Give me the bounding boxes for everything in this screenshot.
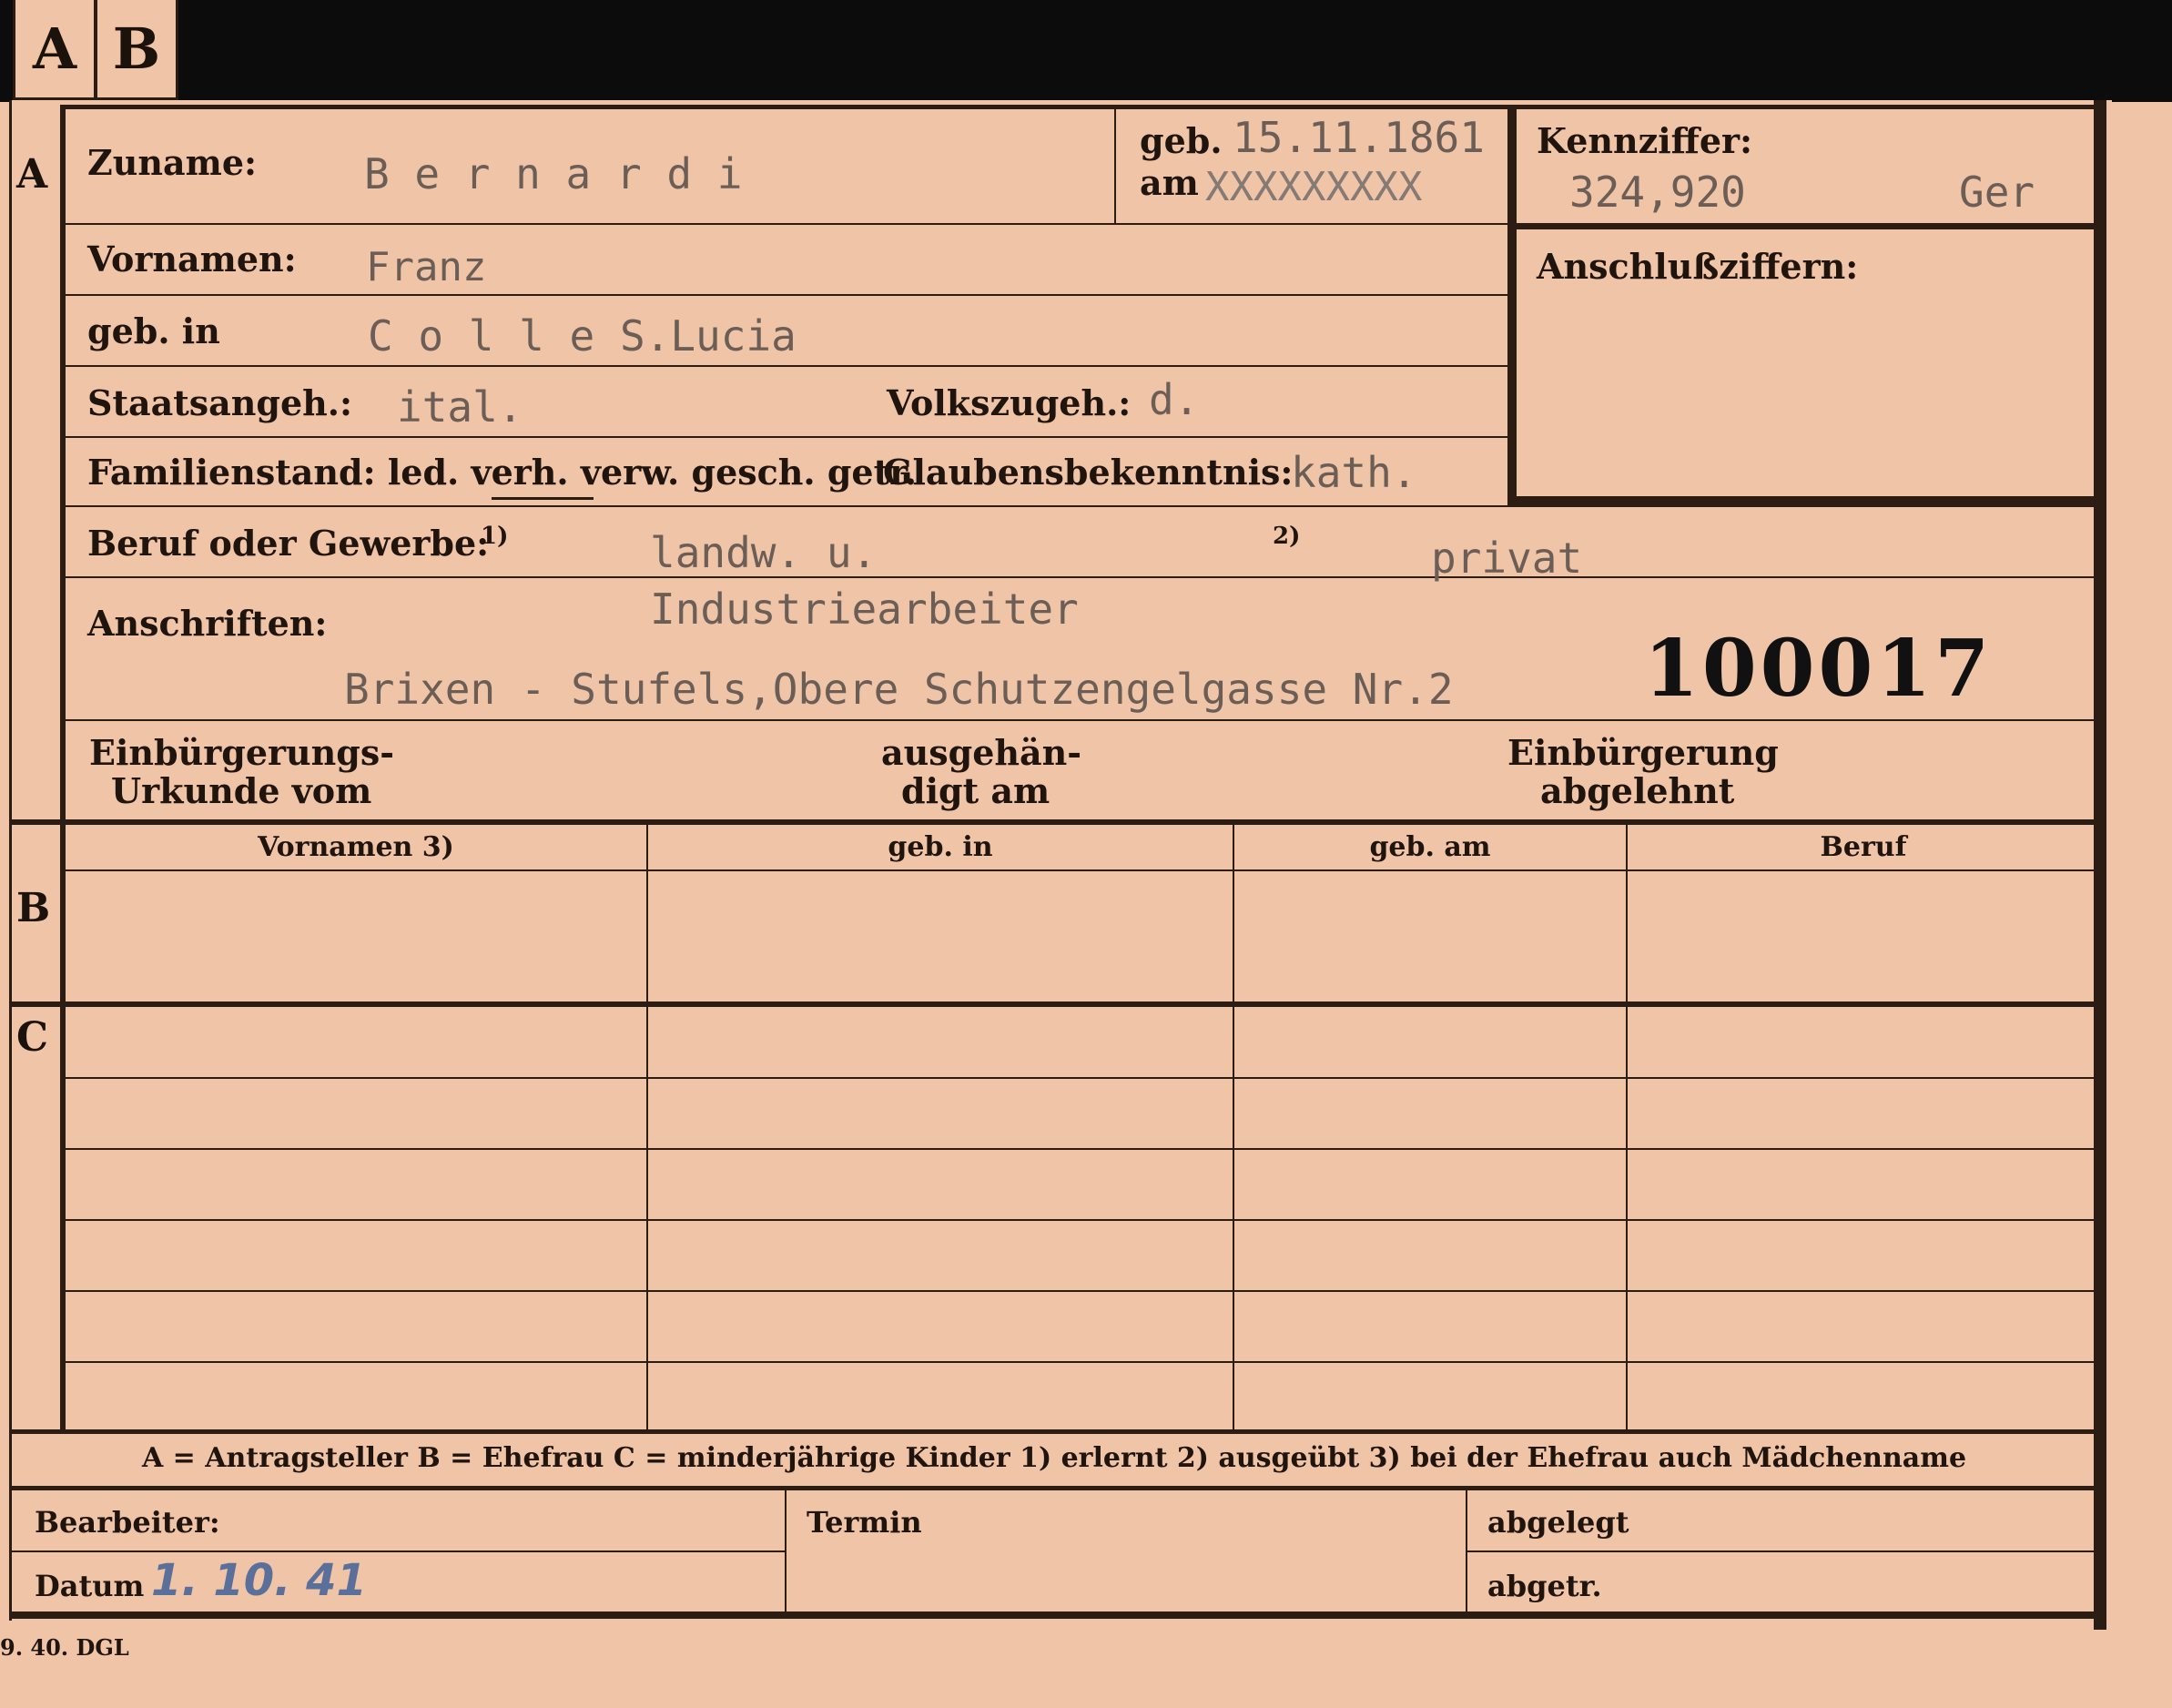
section-c-label: C — [16, 1014, 49, 1061]
address-value: Brixen - Stufels,Obere Schutzengelgasse … — [344, 665, 1454, 714]
religion-value: kath. — [1291, 448, 1417, 497]
card-body — [9, 100, 2112, 1630]
row-line-7 — [66, 719, 2099, 721]
footer-left-row-line — [9, 1550, 785, 1552]
marital-status-label: Familienstand: led. verh. verw. gesch. g… — [87, 452, 917, 493]
surname-value: B e r n a r d i — [364, 149, 743, 198]
col-line-1 — [646, 825, 648, 1429]
section-b-bottom — [9, 1001, 2099, 1007]
row-line-5 — [66, 505, 2099, 507]
col-line-3 — [1626, 825, 1628, 1429]
citizenship-value: ital. — [397, 382, 523, 432]
registration-card: { "tabs": ["A", "B"], "sections": {"a": … — [0, 0, 2172, 1708]
section-a-bottom — [9, 819, 2099, 825]
tab-a[interactable]: A — [13, 0, 96, 100]
ethnicity-value: d. — [1149, 375, 1200, 424]
table-left-border — [60, 825, 66, 1429]
table-header-line — [66, 869, 2099, 871]
first-names-value: Franz — [366, 244, 487, 290]
address-label: Anschriften: — [87, 603, 328, 644]
naturalization-doc-label-2: Urkunde vom — [111, 770, 372, 811]
tab-a-label: A — [32, 15, 77, 82]
clerk-label: Bearbeiter: — [35, 1505, 220, 1540]
ethnicity-label: Volkszugeh.: — [887, 382, 1132, 423]
id-box-left — [1507, 105, 1517, 505]
table-header-birthdate: geb. am — [1369, 831, 1491, 863]
code-suffix: Ger — [1959, 168, 2035, 217]
code-value: 324,920 — [1569, 168, 1746, 217]
citizenship-label: Staatsangeh.: — [87, 382, 353, 423]
naturalization-doc-label-1: Einbürgerungs- — [89, 732, 395, 773]
c-row-line-2 — [66, 1148, 2099, 1150]
table-header-birthplace: geb. in — [888, 831, 993, 863]
legend-text: A = Antragsteller B = Ehefrau C = minder… — [141, 1442, 1967, 1474]
scan-background-top — [0, 0, 2172, 102]
birthdate-value: 15.11.1861 — [1233, 117, 1485, 158]
id-box-divider — [1517, 223, 2099, 229]
handed-label-1: ausgehän- — [881, 732, 1082, 773]
c-row-line-1 — [66, 1077, 2099, 1079]
handed-label-2: digt am — [901, 770, 1050, 811]
birthdate-struck-value: XXXXXXXXX — [1205, 164, 1423, 210]
frame-right — [2094, 100, 2106, 1630]
c-row-line-3 — [66, 1219, 2099, 1221]
frame-bottom — [9, 1611, 2106, 1619]
refused-label-1: Einbürgerung — [1507, 732, 1779, 773]
occupation-label: Beruf oder Gewerbe: — [87, 523, 490, 564]
birthdate-label-bottom: am — [1140, 162, 1199, 203]
row-line-4 — [66, 436, 1507, 438]
birthdate-label-top: geb. — [1140, 120, 1223, 161]
scan-background-corner — [2121, 0, 2172, 102]
section-b-label: B — [16, 885, 51, 931]
frame-left — [9, 100, 12, 1621]
table-header-occupation: Beruf — [1820, 831, 1907, 863]
marital-underline — [492, 497, 594, 500]
occupation-note-1: 1) — [481, 523, 509, 550]
tab-b-label: B — [112, 15, 161, 82]
legend-bottom — [9, 1486, 2099, 1490]
row-line-3 — [66, 365, 1507, 367]
row-line-6 — [66, 576, 2099, 578]
c-row-line-5 — [66, 1361, 2099, 1363]
frame-top — [60, 105, 2099, 109]
row-line-2 — [66, 294, 1507, 296]
footer-divider-1 — [785, 1490, 787, 1613]
occupation-note-2: 2) — [1273, 523, 1301, 550]
id-box-bottom — [1517, 496, 2099, 505]
refused-label-2: abgelehnt — [1540, 770, 1735, 811]
footer-right-row-line — [1467, 1550, 2099, 1552]
tab-b[interactable]: B — [95, 0, 178, 100]
occupation-learned: landw. u. — [650, 528, 878, 577]
surname-label: Zuname: — [87, 142, 258, 183]
occupation-learned-line2: Industriearbeiter — [650, 585, 1079, 634]
code-label: Kennziffer: — [1537, 120, 1753, 161]
col-line-2 — [1233, 825, 1234, 1429]
registration-number-stamp: 100017 — [1644, 623, 1994, 715]
birthdate-divider — [1114, 109, 1116, 223]
deadline-label: Termin — [807, 1505, 922, 1540]
date-value: 1. 10. 41 — [151, 1555, 367, 1606]
first-names-label: Vornamen: — [87, 239, 297, 280]
table-header-first-names: Vornamen 3) — [258, 831, 454, 863]
linked-codes-label: Anschlußziffern: — [1537, 246, 1859, 287]
birthplace-label: geb. in — [87, 310, 220, 351]
filed-label: abgelegt — [1487, 1505, 1629, 1540]
sent-label: abgetr. — [1487, 1569, 1602, 1603]
table-bottom — [9, 1429, 2099, 1434]
row-line-1 — [66, 223, 1507, 225]
print-code: 9. 40. DGL — [0, 1634, 129, 1661]
date-label: Datum — [35, 1569, 145, 1603]
section-a-label: A — [16, 151, 48, 198]
occupation-practiced: privat — [1431, 534, 1583, 583]
birthplace-value: C o l l e S.Lucia — [368, 311, 797, 361]
c-row-line-4 — [66, 1290, 2099, 1292]
religion-label: Glaubensbekenntnis: — [883, 452, 1294, 493]
